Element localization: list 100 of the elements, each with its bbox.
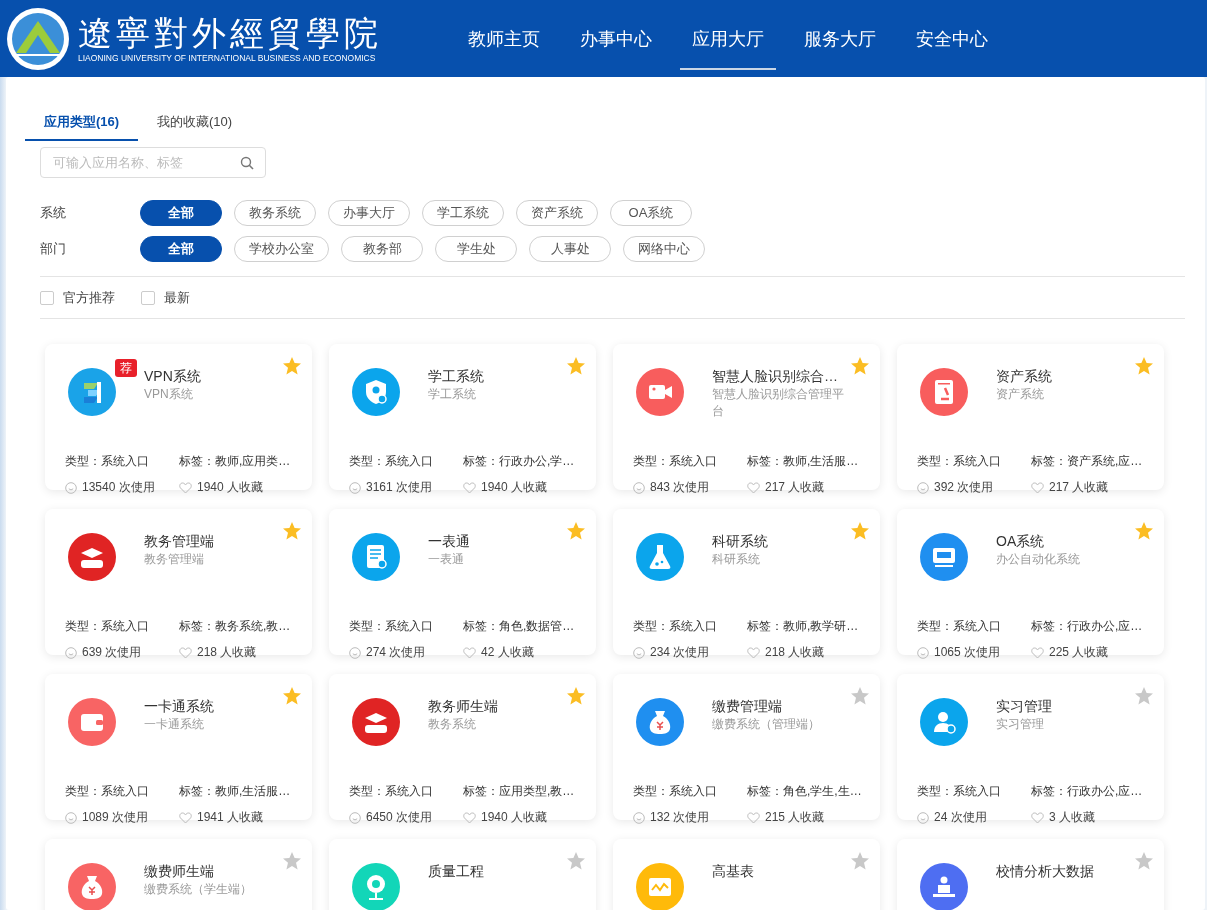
filter-label: 系统 [40,204,67,222]
app-tags: 标签：行政办公,应… [1031,618,1143,635]
app-card[interactable]: 缴费师生端 缴费系统（学生端） [45,839,312,910]
nav-link[interactable]: 应用大厅 [680,10,776,70]
app-card[interactable]: 质量工程 [329,839,596,910]
app-type: 类型：系统入口 [917,453,1002,470]
filter-chip[interactable]: 全部 [140,200,222,226]
app-subtitle: 一卡通系统 [144,716,205,733]
star-icon[interactable] [566,356,586,376]
app-subtitle: VPN系统 [144,386,194,403]
app-tags: 标签：应用类型,教… [463,783,575,800]
app-title: 学工系统 [428,367,485,386]
app-type: 类型：系统入口 [633,783,718,800]
search-field[interactable]: 可输入应用名称、标签 [40,147,266,178]
heart-icon [463,811,476,824]
nav-link[interactable]: 服务大厅 [792,10,888,70]
app-title: 一卡通系统 [144,697,215,716]
app-subtitle: 教务管理端 [144,551,205,568]
app-tags: 标签：角色,学生,生… [747,783,862,800]
nav-link[interactable]: 办事中心 [568,10,664,70]
heart-icon [179,646,192,659]
star-icon[interactable] [850,686,870,706]
app-subtitle: 科研系统 [712,551,761,568]
heart-icon [747,481,760,494]
app-title: 高基表 [712,862,755,881]
star-icon[interactable] [566,521,586,541]
nav-link[interactable]: 教师主页 [456,10,552,70]
app-card[interactable]: 校情分析大数据 [897,839,1164,910]
nav-link[interactable]: 安全中心 [904,10,1000,70]
school-name-english: LIAONING UNIVERSITY OF INTERNATIONAL BUSINESS AND ECONOMICS [78,51,377,64]
star-icon[interactable] [282,356,302,376]
heart-icon [1031,481,1044,494]
star-icon[interactable] [566,686,586,706]
app-type: 类型：系统入口 [349,783,434,800]
app-subtitle: 教务系统 [428,716,477,733]
heart-icon [1031,811,1044,824]
smile-icon [633,646,645,659]
app-type: 类型：系统入口 [65,783,150,800]
app-type: 类型：系统入口 [65,453,150,470]
app-type: 类型：系统入口 [633,618,718,635]
filter-label: 部门 [40,240,67,258]
star-icon[interactable] [282,686,302,706]
app-tags: 标签：角色,数据管… [463,618,575,635]
heart-icon [463,646,476,659]
app-subtitle: 缴费系统（管理端） [712,716,821,733]
star-icon[interactable] [566,851,586,871]
app-title: 科研系统 [712,532,769,551]
app-title: 智慧人脸识别综合… [712,367,839,386]
smile-icon [917,811,929,824]
tab[interactable]: 应用类型(16) [25,105,138,141]
app-title: 缴费管理端 [712,697,783,716]
smile-icon [65,646,77,659]
checkbox[interactable] [40,291,54,305]
star-icon[interactable] [1134,851,1154,871]
heart-icon [179,811,192,824]
app-title: OA系统 [996,532,1046,551]
app-title: 教务师生端 [428,697,499,716]
school-name: 遼寧對外經貿學院 [78,13,382,52]
star-icon[interactable] [850,356,870,376]
app-tags: 标签：教务系统,教… [179,618,291,635]
app-type: 类型：系统入口 [65,618,150,635]
smile-icon [65,811,77,824]
star-icon[interactable] [1134,686,1154,706]
app-card[interactable]: 高基表 [613,839,880,910]
app-title: 缴费师生端 [144,862,215,881]
app-subtitle: 资产系统 [996,386,1045,403]
app-tags: 标签：教师,应用类… [179,453,291,470]
checkbox[interactable] [141,291,155,305]
smile-icon [917,646,929,659]
app-subtitle: 学工系统 [428,386,477,403]
smile-icon [349,811,361,824]
star-icon[interactable] [282,851,302,871]
app-title: 实习管理 [996,697,1053,716]
app-type: 类型：系统入口 [917,783,1002,800]
star-icon[interactable] [850,851,870,871]
search-icon [240,156,254,170]
star-icon[interactable] [1134,521,1154,541]
smile-icon [349,646,361,659]
checkbox-label: 最新 [164,289,190,307]
logo-icon [6,6,70,71]
smile-icon [917,481,929,494]
app-title: 校情分析大数据 [996,862,1095,881]
app-tags: 标签：行政办公,应… [1031,783,1143,800]
app-type: 类型：系统入口 [349,618,434,635]
filter-chip[interactable]: 全部 [140,236,222,262]
star-icon[interactable] [1134,356,1154,376]
recommended-badge: 荐 [115,359,137,377]
app-type: 类型：系统入口 [633,453,718,470]
app-subtitle: 一表通 [428,551,465,568]
app-title: 一表通 [428,532,471,551]
tab[interactable]: 我的收藏(10) [138,105,251,141]
app-tags: 标签：行政办公,学… [463,453,575,470]
app-subtitle: 办公自动化系统 [996,551,1081,568]
star-icon[interactable] [282,521,302,541]
app-subtitle: 智慧人脸识别综合管理平台 [712,386,845,420]
app-tags: 标签：教师,生活服… [179,783,291,800]
app-title: 质量工程 [428,862,485,881]
app-type: 类型：系统入口 [917,618,1002,635]
star-icon[interactable] [850,521,870,541]
heart-icon [179,481,192,494]
